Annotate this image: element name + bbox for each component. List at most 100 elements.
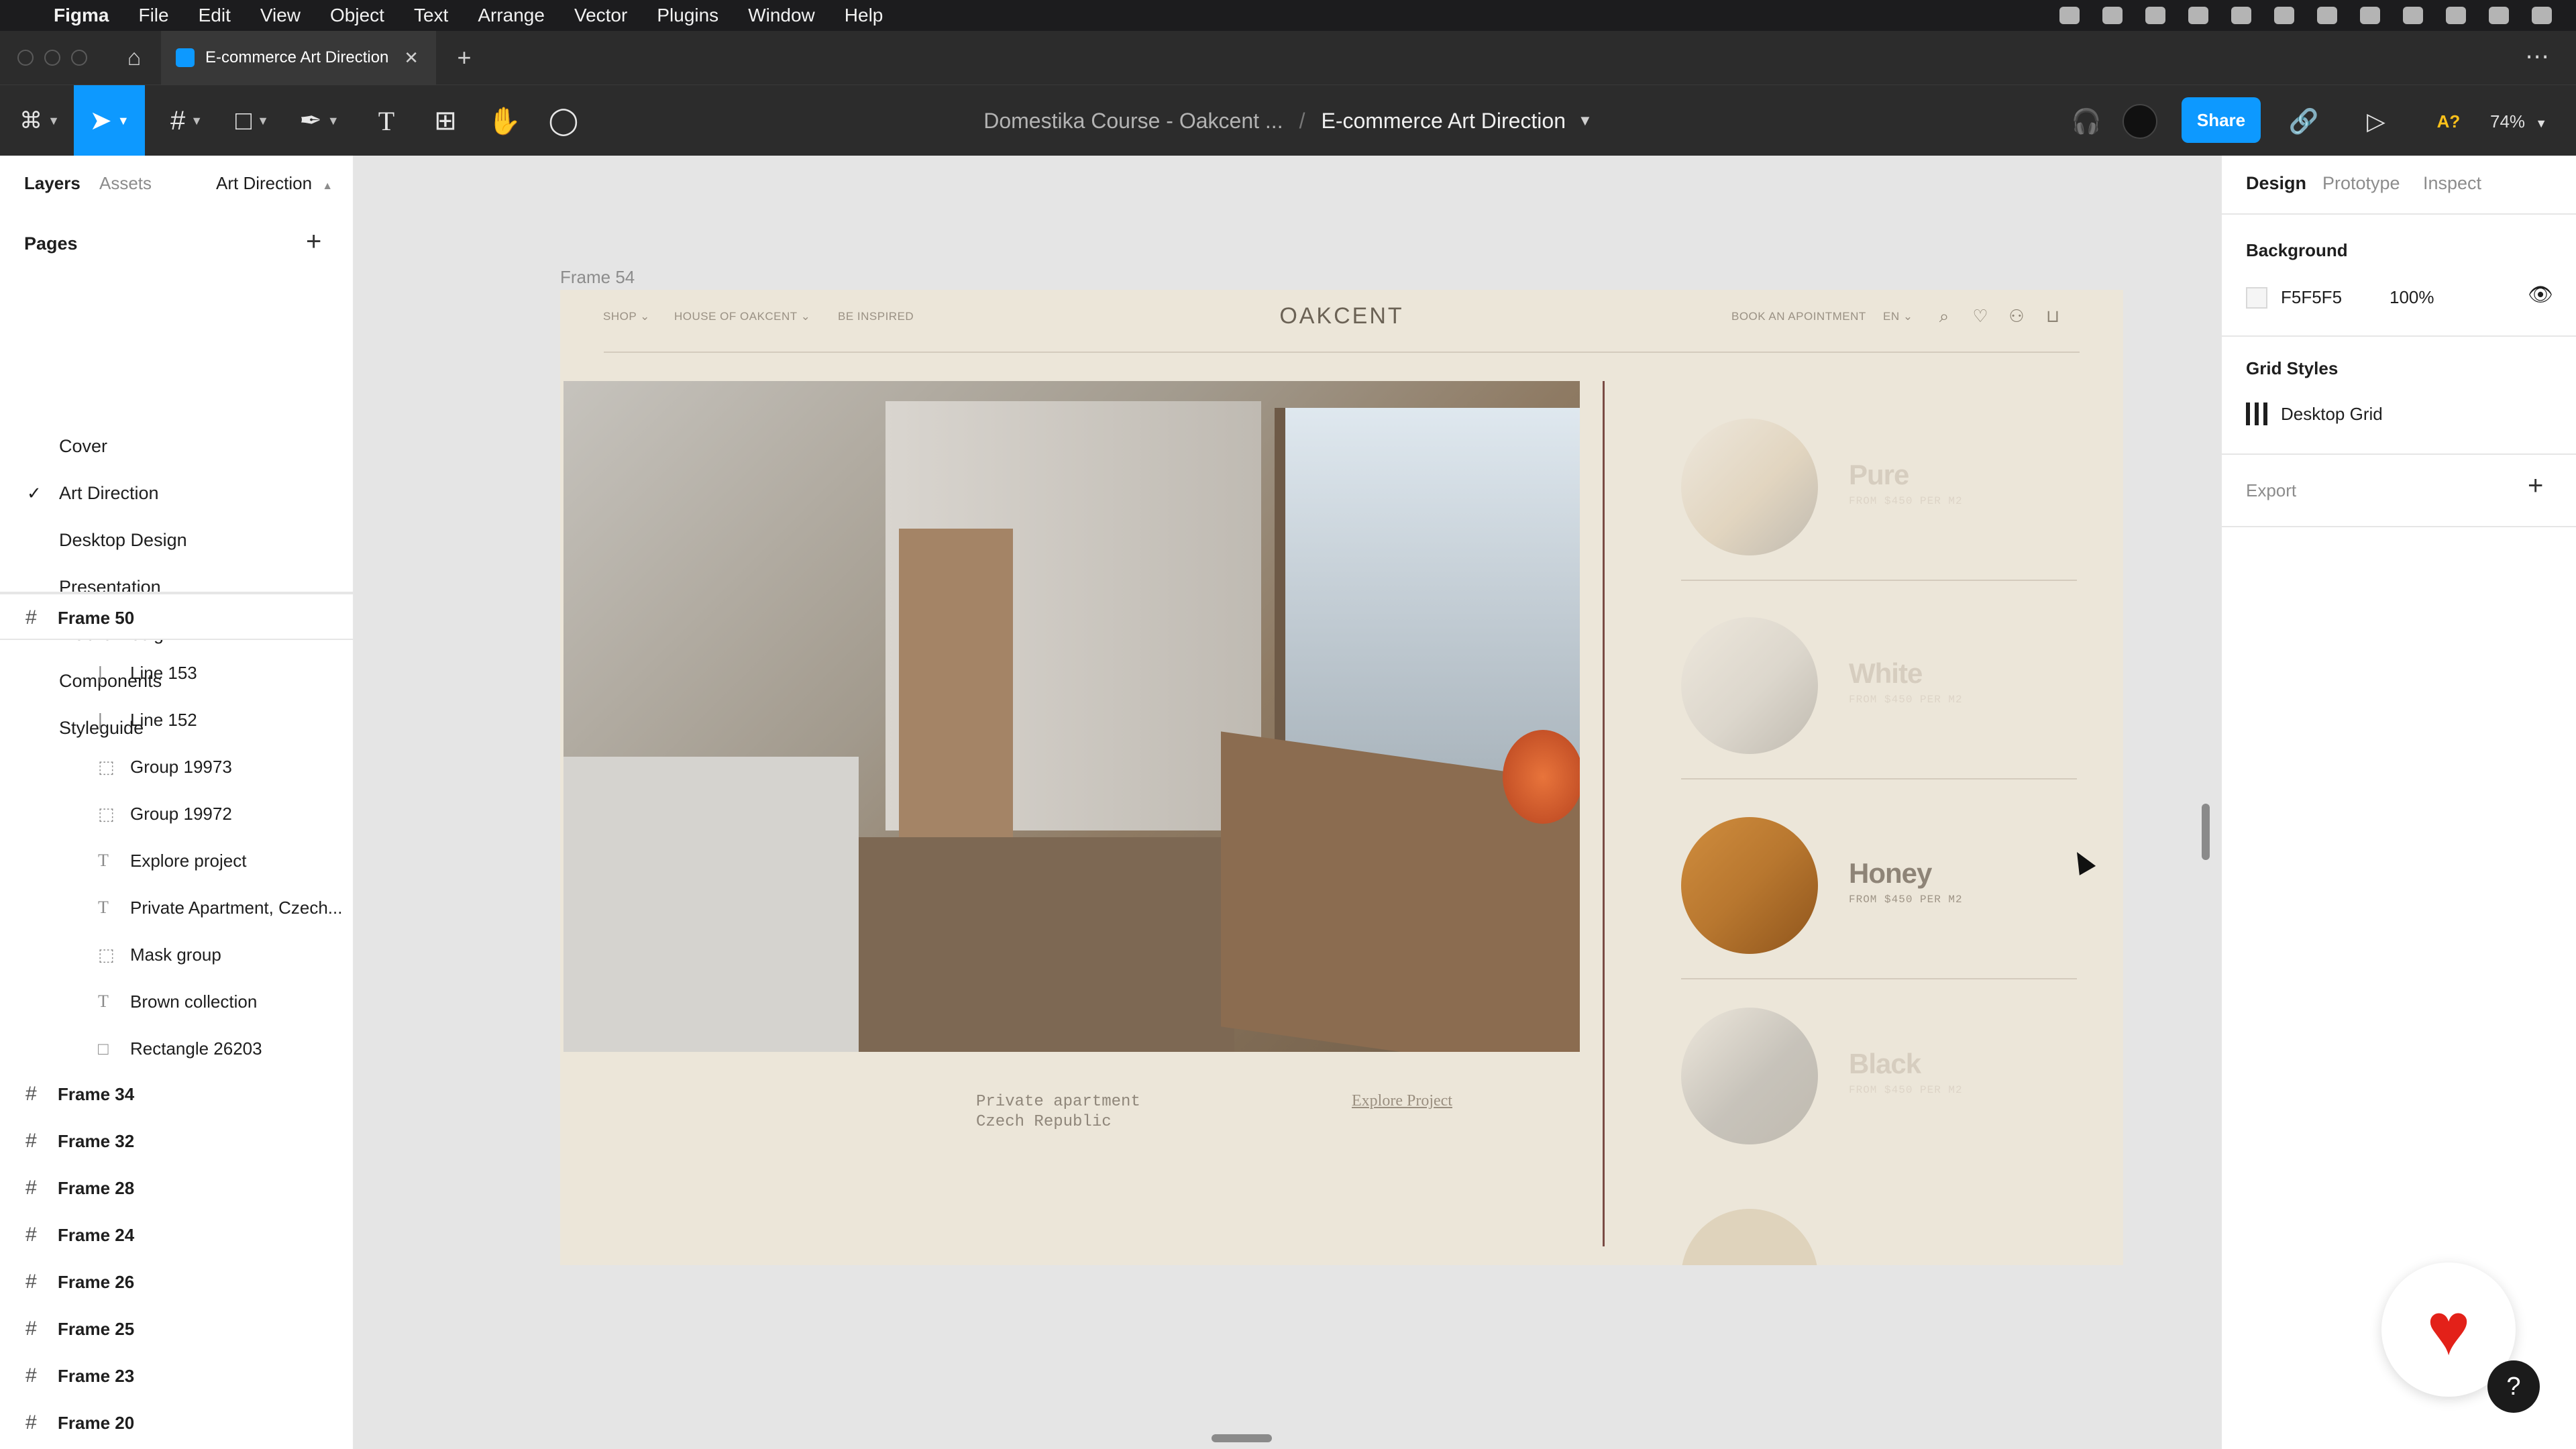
flag-icon[interactable] bbox=[2274, 7, 2294, 24]
site-search-icon[interactable]: ⌕ bbox=[1933, 305, 1955, 327]
layer-item[interactable]: T Brown collection bbox=[0, 978, 353, 1025]
menu-edit[interactable]: Edit bbox=[199, 5, 231, 26]
add-page-icon[interactable]: + bbox=[306, 227, 321, 257]
tab-layers[interactable]: Layers bbox=[24, 173, 80, 194]
menu-view[interactable]: View bbox=[260, 5, 301, 26]
frame-54[interactable]: SHOP ⌄ HOUSE OF OAKCENT ⌄ BE INSPIRED OA… bbox=[560, 290, 2123, 1265]
layer-frame[interactable]: # Frame 28 bbox=[0, 1165, 353, 1212]
dropbox-icon[interactable] bbox=[2059, 7, 2080, 24]
display-icon[interactable] bbox=[2145, 7, 2165, 24]
hand-tool-button[interactable]: ✋ bbox=[476, 85, 533, 156]
layer-frame[interactable]: # Frame 25 bbox=[0, 1305, 353, 1352]
resources-button[interactable]: ⊞ bbox=[417, 85, 474, 156]
frame-label[interactable]: Frame 54 bbox=[560, 267, 635, 288]
avatar[interactable] bbox=[2123, 104, 2157, 139]
tab-design[interactable]: Design bbox=[2246, 173, 2306, 194]
add-export-icon[interactable]: + bbox=[2528, 471, 2543, 501]
layer-item[interactable]: T Private Apartment, Czech... bbox=[0, 884, 353, 931]
layer-frame[interactable]: # Frame 20 bbox=[0, 1399, 353, 1446]
text-tool-button[interactable]: T bbox=[358, 85, 415, 156]
zoom-menu[interactable]: 74% ▼ bbox=[2490, 103, 2564, 140]
move-tool-button[interactable]: ➤ ▼ bbox=[74, 85, 145, 156]
audio-headphones-icon[interactable]: 🎧 bbox=[2068, 103, 2105, 140]
wood-swatch-black[interactable]: Black FROM $450 PER M2 bbox=[1681, 983, 2077, 1185]
visibility-eye-icon[interactable]: 👁 bbox=[2528, 283, 2553, 307]
new-tab-button[interactable]: + bbox=[451, 43, 478, 72]
play-icon[interactable] bbox=[2231, 7, 2251, 24]
spotlight-search-icon[interactable] bbox=[2446, 7, 2466, 24]
canvas[interactable]: Frame 54 SHOP ⌄ HOUSE OF OAKCENT ⌄ BE IN… bbox=[354, 156, 2220, 1449]
horizontal-scrollbar[interactable] bbox=[1212, 1434, 1272, 1442]
shape-tool-button[interactable]: □ ▼ bbox=[224, 85, 280, 156]
site-heart-icon[interactable]: ♡ bbox=[1969, 305, 1992, 327]
nav-book-appointment[interactable]: BOOK AN APOINTMENT bbox=[1731, 310, 1866, 323]
menu-arrange[interactable]: Arrange bbox=[478, 5, 545, 26]
tab-assets[interactable]: Assets bbox=[99, 173, 152, 194]
main-menu-button[interactable]: ⌘ ▼ bbox=[15, 85, 64, 156]
time-machine-icon[interactable] bbox=[2403, 7, 2423, 24]
wood-swatch-honey[interactable]: Honey FROM $450 PER M2 bbox=[1681, 793, 2077, 994]
creative-cloud-icon[interactable] bbox=[2102, 7, 2123, 24]
window-minimize-button[interactable] bbox=[44, 50, 60, 66]
layer-item[interactable]: | Line 152 bbox=[0, 696, 353, 743]
window-zoom-button[interactable] bbox=[71, 50, 87, 66]
layer-item[interactable]: ⬚ Group 19973 bbox=[0, 743, 353, 790]
background-opacity-value[interactable]: 100% bbox=[2390, 287, 2434, 308]
window-close-button[interactable] bbox=[17, 50, 34, 66]
menu-help[interactable]: Help bbox=[845, 5, 883, 26]
site-cart-icon[interactable]: ⊔ bbox=[2041, 305, 2064, 327]
wood-swatch-white[interactable]: White FROM $450 PER M2 bbox=[1681, 593, 2077, 794]
layer-frame[interactable]: # Frame 24 bbox=[0, 1212, 353, 1258]
chevron-down-icon[interactable]: ▼ bbox=[1578, 112, 1593, 129]
menu-figma[interactable]: Figma bbox=[54, 5, 109, 26]
menu-file[interactable]: File bbox=[138, 5, 168, 26]
menu-object[interactable]: Object bbox=[330, 5, 384, 26]
link-icon[interactable]: 🔗 bbox=[2285, 103, 2322, 140]
tab-prototype[interactable]: Prototype bbox=[2322, 173, 2400, 194]
user-icon[interactable] bbox=[2360, 7, 2380, 24]
menu-vector[interactable]: Vector bbox=[574, 5, 627, 26]
layer-frame[interactable]: # Frame 26 bbox=[0, 1258, 353, 1305]
missing-fonts-icon[interactable]: A? bbox=[2428, 103, 2469, 140]
layer-item[interactable]: □ Rectangle 26203 bbox=[0, 1025, 353, 1072]
control-center-icon[interactable] bbox=[2489, 7, 2509, 24]
nav-language[interactable]: EN ⌄ bbox=[1883, 310, 1913, 323]
page-selector[interactable]: Art Direction ▲ bbox=[216, 173, 333, 194]
help-button[interactable]: ? bbox=[2487, 1360, 2540, 1413]
background-color-swatch[interactable] bbox=[2246, 287, 2267, 309]
explore-project-link[interactable]: Explore Project bbox=[1352, 1092, 1452, 1110]
menu-window[interactable]: Window bbox=[748, 5, 815, 26]
comment-tool-button[interactable]: ◯ bbox=[535, 85, 592, 156]
site-user-icon[interactable]: ⚇ bbox=[2005, 305, 2028, 327]
layer-item[interactable]: ⬚ Mask group bbox=[0, 931, 353, 978]
breadcrumb-project[interactable]: Domestika Course - Oakcent ... bbox=[983, 109, 1283, 133]
background-hex-value[interactable]: F5F5F5 bbox=[2281, 287, 2342, 308]
wood-swatch-pure[interactable]: Pure FROM $450 PER M2 bbox=[1681, 394, 2077, 596]
home-icon[interactable]: ⌂ bbox=[121, 44, 148, 71]
layer-item[interactable]: ⬚ Group 19972 bbox=[0, 790, 353, 837]
vertical-scrollbar[interactable] bbox=[2202, 804, 2210, 860]
frame-tool-button[interactable]: # ▼ bbox=[158, 85, 215, 156]
page-item[interactable]: Cover bbox=[0, 423, 353, 470]
layer-item[interactable]: | Line 153 bbox=[0, 649, 353, 696]
tab-inspect[interactable]: Inspect bbox=[2423, 173, 2481, 194]
grid-style-name[interactable]: Desktop Grid bbox=[2281, 404, 2383, 425]
present-play-icon[interactable]: ▷ bbox=[2357, 103, 2395, 140]
more-options-icon[interactable]: ⋯ bbox=[2522, 43, 2552, 72]
tab-ecommerce-art-direction[interactable]: E-commerce Art Direction ✕ bbox=[161, 31, 436, 85]
close-tab-icon[interactable]: ✕ bbox=[404, 48, 419, 68]
breadcrumb-file[interactable]: E-commerce Art Direction bbox=[1321, 109, 1566, 133]
layer-frame[interactable]: # Frame 34 bbox=[0, 1071, 353, 1118]
hero-interior-photo[interactable] bbox=[564, 381, 1580, 1052]
battery-icon[interactable] bbox=[2317, 7, 2337, 24]
page-item[interactable]: Desktop Design bbox=[0, 517, 353, 564]
layer-item[interactable]: T Explore project bbox=[0, 837, 353, 884]
layer-frame-50[interactable]: # Frame 50 bbox=[0, 593, 353, 640]
app-icon[interactable] bbox=[2188, 7, 2208, 24]
pen-tool-button[interactable]: ✒ ▼ bbox=[291, 85, 347, 156]
clock-icon[interactable] bbox=[2532, 7, 2552, 24]
layer-frame[interactable]: # Frame 32 bbox=[0, 1118, 353, 1165]
page-item[interactable]: ✓ Art Direction bbox=[0, 470, 353, 517]
share-button[interactable]: Share bbox=[2182, 97, 2261, 143]
menu-text[interactable]: Text bbox=[414, 5, 448, 26]
